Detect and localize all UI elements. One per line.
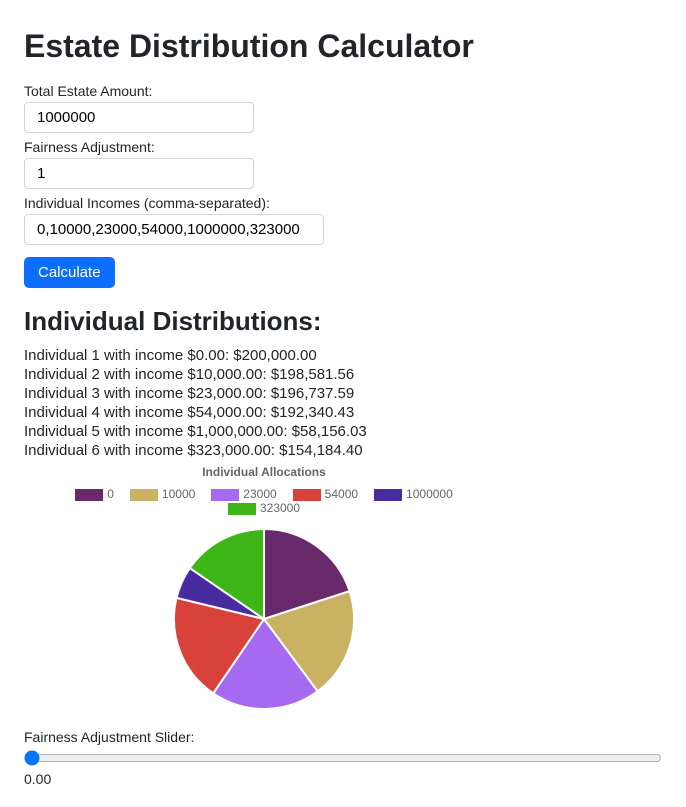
distribution-row: Individual 5 with income $1,000,000.00: …	[24, 423, 662, 440]
distribution-row: Individual 4 with income $54,000.00: $19…	[24, 404, 662, 421]
legend-swatch	[293, 489, 321, 501]
chart-title: Individual Allocations	[24, 465, 504, 479]
total-estate-label: Total Estate Amount:	[24, 83, 662, 99]
distributions-heading: Individual Distributions:	[24, 306, 662, 337]
distributions-list: Individual 1 with income $0.00: $200,000…	[24, 347, 662, 459]
legend-swatch	[228, 503, 256, 515]
fairness-label: Fairness Adjustment:	[24, 139, 662, 155]
page-title: Estate Distribution Calculator	[24, 28, 662, 65]
fairness-slider-label: Fairness Adjustment Slider:	[24, 729, 662, 745]
legend-item: 323000	[228, 501, 300, 515]
incomes-input[interactable]	[24, 214, 324, 245]
distribution-row: Individual 3 with income $23,000.00: $19…	[24, 385, 662, 402]
legend-item: 0	[75, 487, 114, 501]
legend-item: 23000	[211, 487, 276, 501]
distribution-row: Individual 6 with income $323,000.00: $1…	[24, 442, 662, 459]
incomes-label: Individual Incomes (comma-separated):	[24, 195, 662, 211]
chart-legend: 0 10000 23000 54000 1000000 323000	[24, 481, 504, 519]
legend-swatch	[211, 489, 239, 501]
legend-swatch	[75, 489, 103, 501]
fairness-slider[interactable]	[24, 750, 662, 766]
distribution-row: Individual 2 with income $10,000.00: $19…	[24, 366, 662, 383]
legend-item: 1000000	[374, 487, 453, 501]
legend-item: 54000	[293, 487, 358, 501]
calculate-button[interactable]: Calculate	[24, 257, 115, 288]
fairness-slider-value: 0.00	[24, 771, 662, 787]
legend-swatch	[374, 489, 402, 501]
distribution-row: Individual 1 with income $0.00: $200,000…	[24, 347, 662, 364]
legend-item: 10000	[130, 487, 195, 501]
legend-swatch	[130, 489, 158, 501]
total-estate-input[interactable]	[24, 102, 254, 133]
fairness-input[interactable]	[24, 158, 254, 189]
pie-chart: Individual Allocations 0 10000 23000 54000 1…	[24, 465, 504, 719]
pie-svg	[154, 519, 374, 719]
